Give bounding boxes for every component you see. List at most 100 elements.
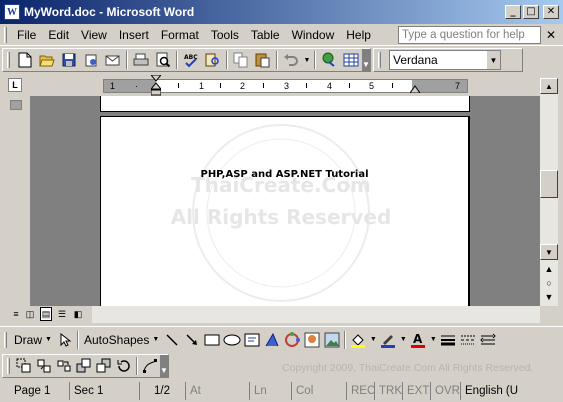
word-app-icon[interactable]: W [4, 4, 20, 20]
copy-icon[interactable] [231, 50, 251, 70]
next-page-icon[interactable]: ▼ [540, 290, 558, 304]
ruler-tick [178, 83, 179, 88]
copyright-watermark-text: Copyright 2009, ThaiCreate.Com All Right… [282, 362, 534, 374]
dash-style-icon[interactable] [458, 330, 478, 350]
select-objects-icon[interactable] [55, 330, 75, 350]
ungroup-objects-icon[interactable] [34, 356, 54, 376]
ruler-tick [306, 83, 307, 88]
send-backward-icon[interactable] [94, 356, 114, 376]
scroll-down-icon[interactable]: ▼ [540, 244, 558, 260]
line-color-icon[interactable] [378, 330, 398, 350]
menu-grip-handle[interactable] [4, 26, 7, 43]
line-color-dropdown-icon[interactable]: ▼ [399, 330, 407, 350]
print-preview-icon[interactable] [153, 50, 173, 70]
rectangle-icon[interactable] [202, 330, 222, 350]
autoshapes-menu-button[interactable]: AutoShapes ▼ [81, 330, 162, 350]
minimize-button[interactable]: _ [505, 5, 521, 19]
font-color-icon[interactable]: A [408, 330, 428, 350]
print-icon[interactable] [131, 50, 151, 70]
paste-icon[interactable] [253, 50, 273, 70]
regroup-objects-icon[interactable] [54, 356, 74, 376]
document-page[interactable]: ThaiCreate.Com All Rights Reserved PHP,A… [100, 116, 470, 308]
document-close-button[interactable]: ✕ [541, 28, 561, 42]
new-icon[interactable] [15, 50, 35, 70]
fill-color-icon[interactable] [348, 330, 368, 350]
vertical-scroll-thumb[interactable] [540, 170, 558, 198]
line-style-icon[interactable] [438, 330, 458, 350]
menu-table[interactable]: Table [245, 28, 286, 42]
normal-view-icon[interactable]: ≡ [10, 307, 22, 321]
email-icon[interactable] [103, 50, 123, 70]
extra-toolbar-grip-handle[interactable] [7, 357, 10, 374]
oval-icon[interactable] [222, 330, 242, 350]
edit-points-icon[interactable] [140, 356, 160, 376]
help-question-input[interactable]: Type a question for help [398, 25, 541, 44]
research-icon[interactable] [203, 50, 223, 70]
view-and-hscroll-row: ≡ ◫ ▤ ☰ ◧ [0, 306, 563, 324]
menu-tools[interactable]: Tools [205, 28, 245, 42]
insert-picture-icon[interactable] [322, 330, 342, 350]
fill-color-dropdown-icon[interactable]: ▼ [369, 330, 377, 350]
font-dropdown-icon[interactable]: ▼ [486, 51, 500, 69]
status-ext[interactable]: EXT [403, 382, 431, 400]
print-layout-view-icon[interactable]: ▤ [40, 307, 52, 321]
table-icon[interactable] [341, 50, 361, 70]
diagram-icon[interactable] [282, 330, 302, 350]
previous-page-icon[interactable]: ▲ [540, 262, 558, 276]
indent-marker-icon[interactable] [151, 75, 161, 97]
vertical-scrollbar[interactable]: ▲ ▼ ▲ ○ ▼ [540, 78, 558, 306]
save-icon[interactable] [59, 50, 79, 70]
status-ovr[interactable]: OVR [431, 382, 461, 400]
spelling-icon[interactable]: ABC [181, 50, 201, 70]
menu-edit[interactable]: Edit [42, 28, 75, 42]
outline-view-icon[interactable]: ☰ [56, 307, 68, 321]
select-browse-object-icon[interactable]: ○ [540, 276, 558, 290]
menu-insert[interactable]: Insert [113, 28, 155, 42]
formatting-grip-handle[interactable] [378, 52, 381, 68]
status-trk[interactable]: TRK [375, 382, 403, 400]
permission-icon[interactable] [81, 50, 101, 70]
maximize-button[interactable]: □ [523, 5, 539, 19]
undo-icon[interactable] [281, 50, 301, 70]
horizontal-scrollbar[interactable] [92, 306, 540, 323]
text-box-icon[interactable] [242, 330, 262, 350]
close-button[interactable]: ✕ [543, 5, 559, 19]
vertical-ruler[interactable] [8, 96, 26, 306]
extra-toolbar-options-chevron-icon[interactable]: ▼ [160, 354, 168, 377]
menu-file[interactable]: File [11, 28, 42, 42]
right-indent-marker-icon[interactable] [410, 85, 420, 93]
wordart-icon[interactable] [262, 330, 282, 350]
clip-art-icon[interactable] [302, 330, 322, 350]
scroll-up-icon[interactable]: ▲ [540, 78, 558, 94]
font-color-dropdown-icon[interactable]: ▼ [429, 330, 437, 350]
open-icon[interactable] [37, 50, 57, 70]
draw-dropdown-icon: ▼ [45, 336, 52, 343]
menu-view[interactable]: View [75, 28, 113, 42]
font-name-combobox[interactable]: Verdana ▼ [389, 50, 501, 70]
line-icon[interactable] [162, 330, 182, 350]
arrow-style-icon[interactable] [478, 330, 498, 350]
rotate-icon[interactable] [114, 356, 134, 376]
menu-window[interactable]: Window [286, 28, 341, 42]
toolbar-grip-handle[interactable] [7, 52, 10, 68]
tab-selector-button[interactable]: L [8, 78, 22, 92]
status-rec[interactable]: REC [347, 382, 375, 400]
horizontal-ruler[interactable]: 1 · 1 2 3 4 5 7 [103, 75, 468, 96]
status-page: Page 1 [0, 382, 70, 400]
toolbar-options-chevron-icon[interactable]: ▼ [362, 49, 370, 71]
reading-layout-view-icon[interactable]: ◧ [72, 307, 84, 321]
toolbar-separator [176, 51, 178, 69]
web-layout-view-icon[interactable]: ◫ [24, 307, 36, 321]
group-objects-icon[interactable] [14, 356, 34, 376]
bring-forward-icon[interactable] [74, 356, 94, 376]
arrow-icon[interactable] [182, 330, 202, 350]
drawing-grip-handle[interactable] [4, 331, 7, 348]
menu-help[interactable]: Help [340, 28, 377, 42]
status-language[interactable]: English (U [461, 382, 518, 400]
draw-menu-button[interactable]: Draw ▼ [11, 330, 55, 350]
menu-format[interactable]: Format [155, 28, 205, 42]
document-heading[interactable]: PHP,ASP and ASP.NET Tutorial [101, 169, 468, 180]
draw-label: Draw [14, 332, 43, 347]
hyperlink-icon[interactable] [319, 50, 339, 70]
undo-dropdown-icon[interactable]: ▼ [303, 50, 311, 70]
